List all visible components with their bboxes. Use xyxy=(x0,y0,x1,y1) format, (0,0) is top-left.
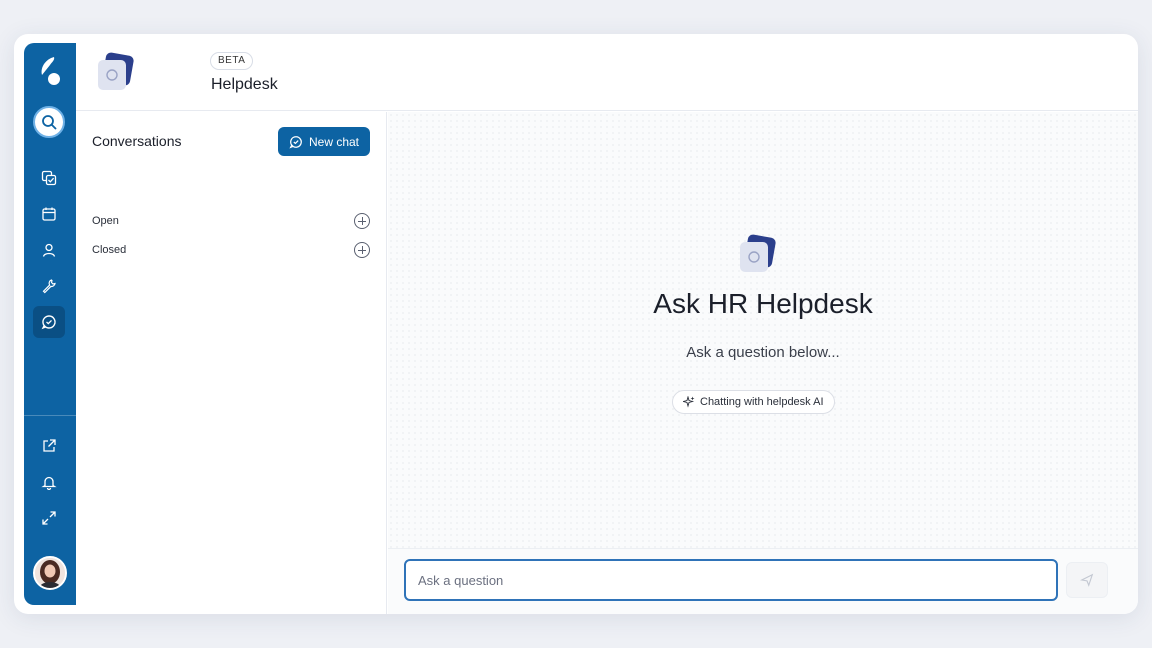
conversation-group-closed[interactable]: Closed xyxy=(92,240,370,260)
new-chat-button[interactable]: New chat xyxy=(278,127,370,156)
ai-status-pill: Chatting with helpdesk AI xyxy=(672,390,835,414)
conversations-panel: Conversations New chat Open Closed xyxy=(76,112,387,614)
sidebar-item-open-external[interactable] xyxy=(33,430,65,462)
app-header: BETA Helpdesk xyxy=(76,34,1138,111)
search-button[interactable] xyxy=(33,106,65,138)
app-window: BETA Helpdesk Conversations New chat Ope… xyxy=(14,34,1138,614)
sidebar-item-people[interactable] xyxy=(33,234,65,266)
wrench-icon xyxy=(42,279,56,294)
new-chat-label: New chat xyxy=(308,134,360,149)
sidebar-item-notifications[interactable] xyxy=(33,466,65,498)
sidebar-item-calendar[interactable] xyxy=(33,198,65,230)
external-link-icon xyxy=(43,439,56,452)
tasks-icon xyxy=(41,170,57,186)
sidebar-divider xyxy=(24,415,76,416)
chat-subheading: Ask a question below... xyxy=(686,344,840,361)
ai-status-label: Chatting with helpdesk AI xyxy=(700,396,824,408)
chat-bubble-icon xyxy=(289,135,302,148)
helpdesk-chat-icon xyxy=(41,315,56,330)
person-icon xyxy=(42,243,56,257)
helpdesk-app-icon xyxy=(740,234,776,272)
sparkle-icon xyxy=(683,396,695,408)
conversations-title: Conversations xyxy=(92,133,182,149)
send-button[interactable] xyxy=(1066,562,1108,598)
search-icon xyxy=(42,115,57,130)
chat-heading: Ask HR Helpdesk xyxy=(653,288,873,319)
sidebar-item-tasks[interactable] xyxy=(33,162,65,194)
conversation-group-label: Closed xyxy=(92,244,127,256)
calendar-icon xyxy=(42,207,56,221)
page-title: Helpdesk xyxy=(211,76,278,93)
sidebar-item-expand[interactable] xyxy=(33,502,65,534)
beta-badge: BETA xyxy=(210,52,254,70)
sidebar-item-tools[interactable] xyxy=(33,270,65,302)
user-avatar[interactable] xyxy=(33,556,67,590)
avatar-image-icon xyxy=(35,558,65,588)
conversation-group-label: Open xyxy=(92,215,119,227)
helpdesk-app-icon xyxy=(98,52,134,90)
app-logo-icon xyxy=(41,57,60,85)
sidebar-rail xyxy=(24,43,76,605)
chat-area: Ask HR Helpdesk Ask a question below... … xyxy=(388,112,1138,548)
sidebar-item-helpdesk[interactable] xyxy=(33,306,65,338)
bell-icon xyxy=(41,476,57,490)
send-icon xyxy=(1080,573,1094,587)
add-icon[interactable] xyxy=(354,213,370,229)
question-input[interactable] xyxy=(404,559,1058,601)
message-composer xyxy=(388,548,1138,614)
conversation-group-open[interactable]: Open xyxy=(92,211,370,231)
expand-icon xyxy=(42,511,56,525)
add-icon[interactable] xyxy=(354,242,370,258)
